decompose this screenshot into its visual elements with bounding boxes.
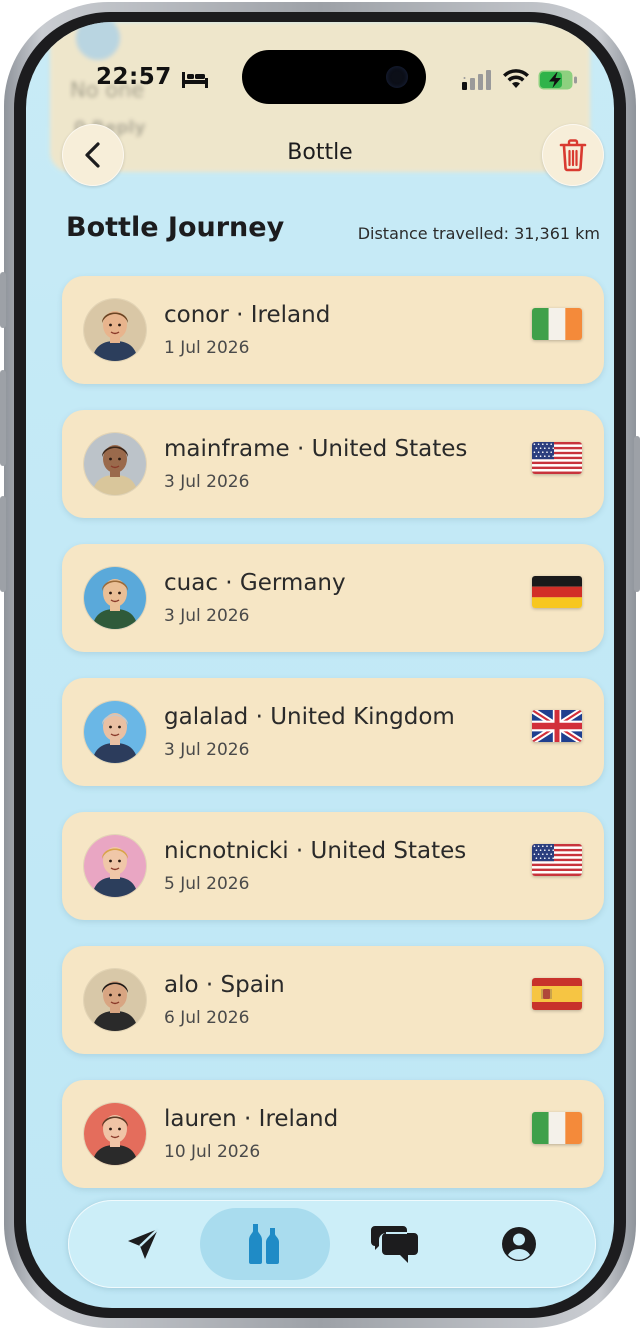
stop-user-country: galalad · United Kingdom — [164, 704, 455, 730]
journey-stop-card[interactable]: conor · Ireland 1 Jul 2026 — [62, 276, 604, 384]
screen: No one 0 Reply 22:57 — [26, 22, 614, 1308]
tab-send[interactable] — [78, 1208, 208, 1280]
delete-button[interactable] — [542, 124, 604, 186]
journey-stop-card[interactable]: lauren · Ireland 10 Jul 2026 — [62, 1080, 604, 1188]
section-title: Bottle Journey — [66, 212, 285, 243]
bezel: No one 0 Reply 22:57 — [14, 12, 626, 1318]
stop-date: 5 Jul 2026 — [164, 874, 250, 894]
tab-chat[interactable] — [330, 1208, 460, 1280]
journey-stop-card[interactable]: alo · Spain 6 Jul 2026 — [62, 946, 604, 1054]
flag-germany-icon — [532, 576, 582, 608]
stop-user-country: alo · Spain — [164, 972, 285, 998]
avatar — [84, 299, 146, 361]
chat-bubbles-icon — [371, 1226, 418, 1263]
status-time: 22:57 — [96, 64, 172, 90]
stop-date: 1 Jul 2026 — [164, 338, 250, 358]
journey-stop-card[interactable]: galalad · United Kingdom 3 Jul 2026 — [62, 678, 604, 786]
camera-icon — [386, 66, 408, 88]
blurred-avatar — [76, 22, 120, 60]
tab-bottle[interactable] — [200, 1208, 330, 1280]
stop-user-country: nicnotnicki · United States — [164, 838, 467, 864]
stop-date: 3 Jul 2026 — [164, 606, 250, 626]
flag-united-states-icon — [532, 844, 582, 876]
flag-spain-icon — [532, 978, 582, 1010]
flag-ireland-icon — [532, 308, 582, 340]
journey-stop-card[interactable]: nicnotnicki · United States 5 Jul 2026 — [62, 812, 604, 920]
cellular-signal-icon — [462, 70, 491, 90]
volume-up-button — [0, 370, 6, 466]
avatar — [84, 701, 146, 763]
action-button — [0, 272, 6, 328]
stop-user-country: cuac · Germany — [164, 570, 346, 596]
flag-ireland-icon — [532, 1112, 582, 1144]
phone-frame: No one 0 Reply 22:57 — [0, 2, 640, 1328]
journey-stop-card[interactable]: mainframe · United States 3 Jul 2026 — [62, 410, 604, 518]
paper-plane-icon — [128, 1228, 159, 1259]
wifi-icon — [503, 69, 529, 88]
tab-bar — [68, 1200, 596, 1288]
stop-user-country: mainframe · United States — [164, 436, 468, 462]
avatar — [84, 969, 146, 1031]
flag-united-kingdom-icon — [532, 710, 582, 742]
stop-user-country: lauren · Ireland — [164, 1106, 339, 1132]
stop-date: 10 Jul 2026 — [164, 1142, 261, 1162]
user-circle-icon — [502, 1227, 536, 1261]
stop-date: 3 Jul 2026 — [164, 472, 250, 492]
avatar — [84, 1103, 146, 1165]
stop-date: 3 Jul 2026 — [164, 740, 250, 760]
flag-united-states-icon — [532, 442, 582, 474]
journey-list: conor · Ireland 1 Jul 2026 mainframe · Uni… — [62, 276, 604, 1214]
dynamic-island — [242, 50, 426, 104]
stop-date: 6 Jul 2026 — [164, 1008, 250, 1028]
volume-down-button — [0, 496, 6, 592]
avatar — [84, 835, 146, 897]
avatar — [84, 433, 146, 495]
distance-travelled: Distance travelled: 31,361 km — [357, 224, 600, 243]
bottles-icon — [249, 1224, 279, 1264]
sleep-focus-icon — [182, 72, 208, 88]
journey-stop-card[interactable]: cuac · Germany 3 Jul 2026 — [62, 544, 604, 652]
stop-user-country: conor · Ireland — [164, 302, 331, 328]
trash-icon — [559, 139, 587, 172]
avatar — [84, 567, 146, 629]
tab-profile[interactable] — [454, 1208, 584, 1280]
battery-charging-icon — [538, 70, 577, 90]
power-button — [634, 436, 640, 592]
nav-title: Bottle — [287, 140, 353, 165]
